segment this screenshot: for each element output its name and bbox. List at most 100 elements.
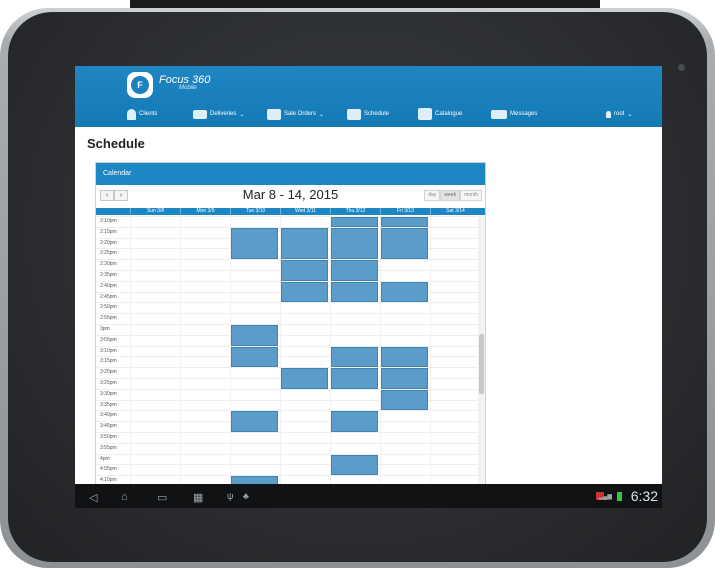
nav-clients[interactable]: Clients <box>127 105 157 123</box>
camera-dot <box>678 64 685 71</box>
calendar-event[interactable] <box>331 346 378 368</box>
nav-messages[interactable]: Messages <box>491 105 537 123</box>
time-label: 3:45pm <box>100 423 117 430</box>
calendar-event[interactable] <box>381 346 428 368</box>
day-header: Sun 3/8 <box>130 208 180 215</box>
time-label: 2:10pm <box>100 218 117 224</box>
day-header: Thu 3/12 <box>330 208 380 215</box>
logo-mark: F <box>131 76 149 94</box>
people-icon <box>127 108 136 120</box>
calendar-event[interactable] <box>381 389 428 411</box>
day-column-divider <box>430 216 431 508</box>
user-icon <box>606 110 611 118</box>
time-row: 3:55pm <box>96 442 478 454</box>
time-label: 3:35pm <box>100 401 117 408</box>
calendar-event[interactable] <box>381 368 428 389</box>
time-label: 4pm <box>100 455 110 462</box>
time-label: 2:55pm <box>100 315 117 322</box>
scrollbar-thumb[interactable] <box>479 334 484 394</box>
view-month-button[interactable]: month <box>460 190 482 201</box>
calendar-event[interactable] <box>331 260 378 281</box>
time-row: 3:50pm <box>96 432 478 443</box>
calendar-event[interactable] <box>331 454 378 476</box>
system-bar: ◁ ⌂ ▭ ▦ ψ ♣ ▂▄▆ 6:32 <box>75 484 662 508</box>
time-label: 3:25pm <box>100 380 117 386</box>
nav-messages-label: Messages <box>510 111 538 117</box>
calendar-event[interactable] <box>231 411 278 432</box>
calendar-scrollbar[interactable] <box>478 216 485 508</box>
user-label: root <box>614 111 625 117</box>
calendar-event[interactable] <box>281 281 328 303</box>
time-label: 2:30pm <box>100 261 117 268</box>
time-row: 2:55pm <box>96 313 478 324</box>
calendar-event[interactable] <box>331 227 378 260</box>
calendar-event[interactable] <box>381 227 428 260</box>
calendar-grid[interactable]: 2:10pm 2:15pm 2:20pm 2:25pm 2:30pm 2:35pm 2:40… <box>96 216 481 508</box>
calendar-header: Calendar <box>96 163 485 185</box>
time-row: 3:45pm <box>96 421 478 432</box>
time-label: 3pm <box>100 326 110 332</box>
calendar-event[interactable] <box>381 281 428 303</box>
time-row: 4:05pm <box>96 464 478 475</box>
time-row: 2:50pm <box>96 302 478 313</box>
app-logo[interactable]: F <box>127 72 153 98</box>
day-header: Mon 3/9 <box>180 208 230 215</box>
chevron-down-icon: ⌄ <box>239 111 245 118</box>
chevron-down-icon: ⌄ <box>319 111 325 118</box>
time-label: 2:50pm <box>100 304 117 311</box>
time-label: 4:05pm <box>100 466 117 473</box>
calendar-event[interactable] <box>281 227 328 260</box>
time-label: 2:35pm <box>100 272 117 278</box>
usb-icon: ψ <box>227 491 234 501</box>
user-menu[interactable]: root ⌄ <box>606 105 632 123</box>
main-nav: Clients Deliveries ⌄ Sale Orders ⌄ Sched… <box>75 102 662 124</box>
calendar-event[interactable] <box>331 368 378 389</box>
nav-deliveries-label: Deliveries <box>210 111 237 117</box>
calendar-panel: Calendar ‹ › Mar 8 - 14, 2015 day week m… <box>95 162 486 508</box>
recent-apps-icon[interactable]: ▭ <box>157 491 167 504</box>
calendar-event[interactable] <box>281 260 328 281</box>
calendar-event[interactable] <box>281 368 328 389</box>
time-label: 3:10pm <box>100 347 117 354</box>
calendar-event[interactable] <box>331 411 378 432</box>
nav-sale-orders[interactable]: Sale Orders ⌄ <box>267 105 324 123</box>
keyboard-icon[interactable]: ▦ <box>193 491 203 504</box>
time-row: 4pm <box>96 453 478 465</box>
view-day-button[interactable]: day <box>424 190 441 201</box>
time-label: 3:50pm <box>100 434 117 440</box>
nav-deliveries[interactable]: Deliveries ⌄ <box>193 105 244 123</box>
orders-icon <box>267 108 281 120</box>
day-column-divider <box>180 216 181 508</box>
catalogue-icon <box>418 108 432 120</box>
app-header: F Focus 360 Mobile Clients Deliveries ⌄ … <box>75 66 662 127</box>
view-week-button[interactable]: week <box>440 190 461 201</box>
time-corner <box>96 208 130 215</box>
day-header: Fri 3/13 <box>380 208 430 215</box>
calendar-event[interactable] <box>231 227 278 260</box>
time-label: 4:10pm <box>100 477 117 484</box>
time-label: 2:40pm <box>100 282 117 289</box>
day-header: Sat 3/14 <box>430 208 480 215</box>
time-label: 2:45pm <box>100 293 117 300</box>
calendar-event[interactable] <box>331 281 378 303</box>
time-label: 3:30pm <box>100 390 117 397</box>
battery-icon <box>617 492 622 501</box>
home-icon[interactable]: ⌂ <box>121 491 128 503</box>
time-label: 3:55pm <box>100 444 117 451</box>
page-title: Schedule <box>87 136 145 151</box>
nav-catalogue[interactable]: Catalogue <box>418 105 462 123</box>
time-row: 3:40pm <box>96 410 478 421</box>
back-icon[interactable]: ◁ <box>89 491 97 504</box>
signal-icon: ▂▄▆ <box>598 494 612 500</box>
calendar-event[interactable] <box>231 346 278 368</box>
truck-icon <box>193 109 207 119</box>
calendar-event[interactable] <box>231 325 278 346</box>
time-label: 2:15pm <box>100 228 117 235</box>
time-row: 3pm <box>96 324 478 335</box>
day-header: Wed 3/11 <box>280 208 330 215</box>
day-header: Tue 3/10 <box>230 208 280 215</box>
calendar-event[interactable] <box>381 217 428 227</box>
calendar-event[interactable] <box>331 217 378 227</box>
nav-schedule[interactable]: Schedule <box>347 105 389 123</box>
clock: 6:32 <box>630 488 658 504</box>
